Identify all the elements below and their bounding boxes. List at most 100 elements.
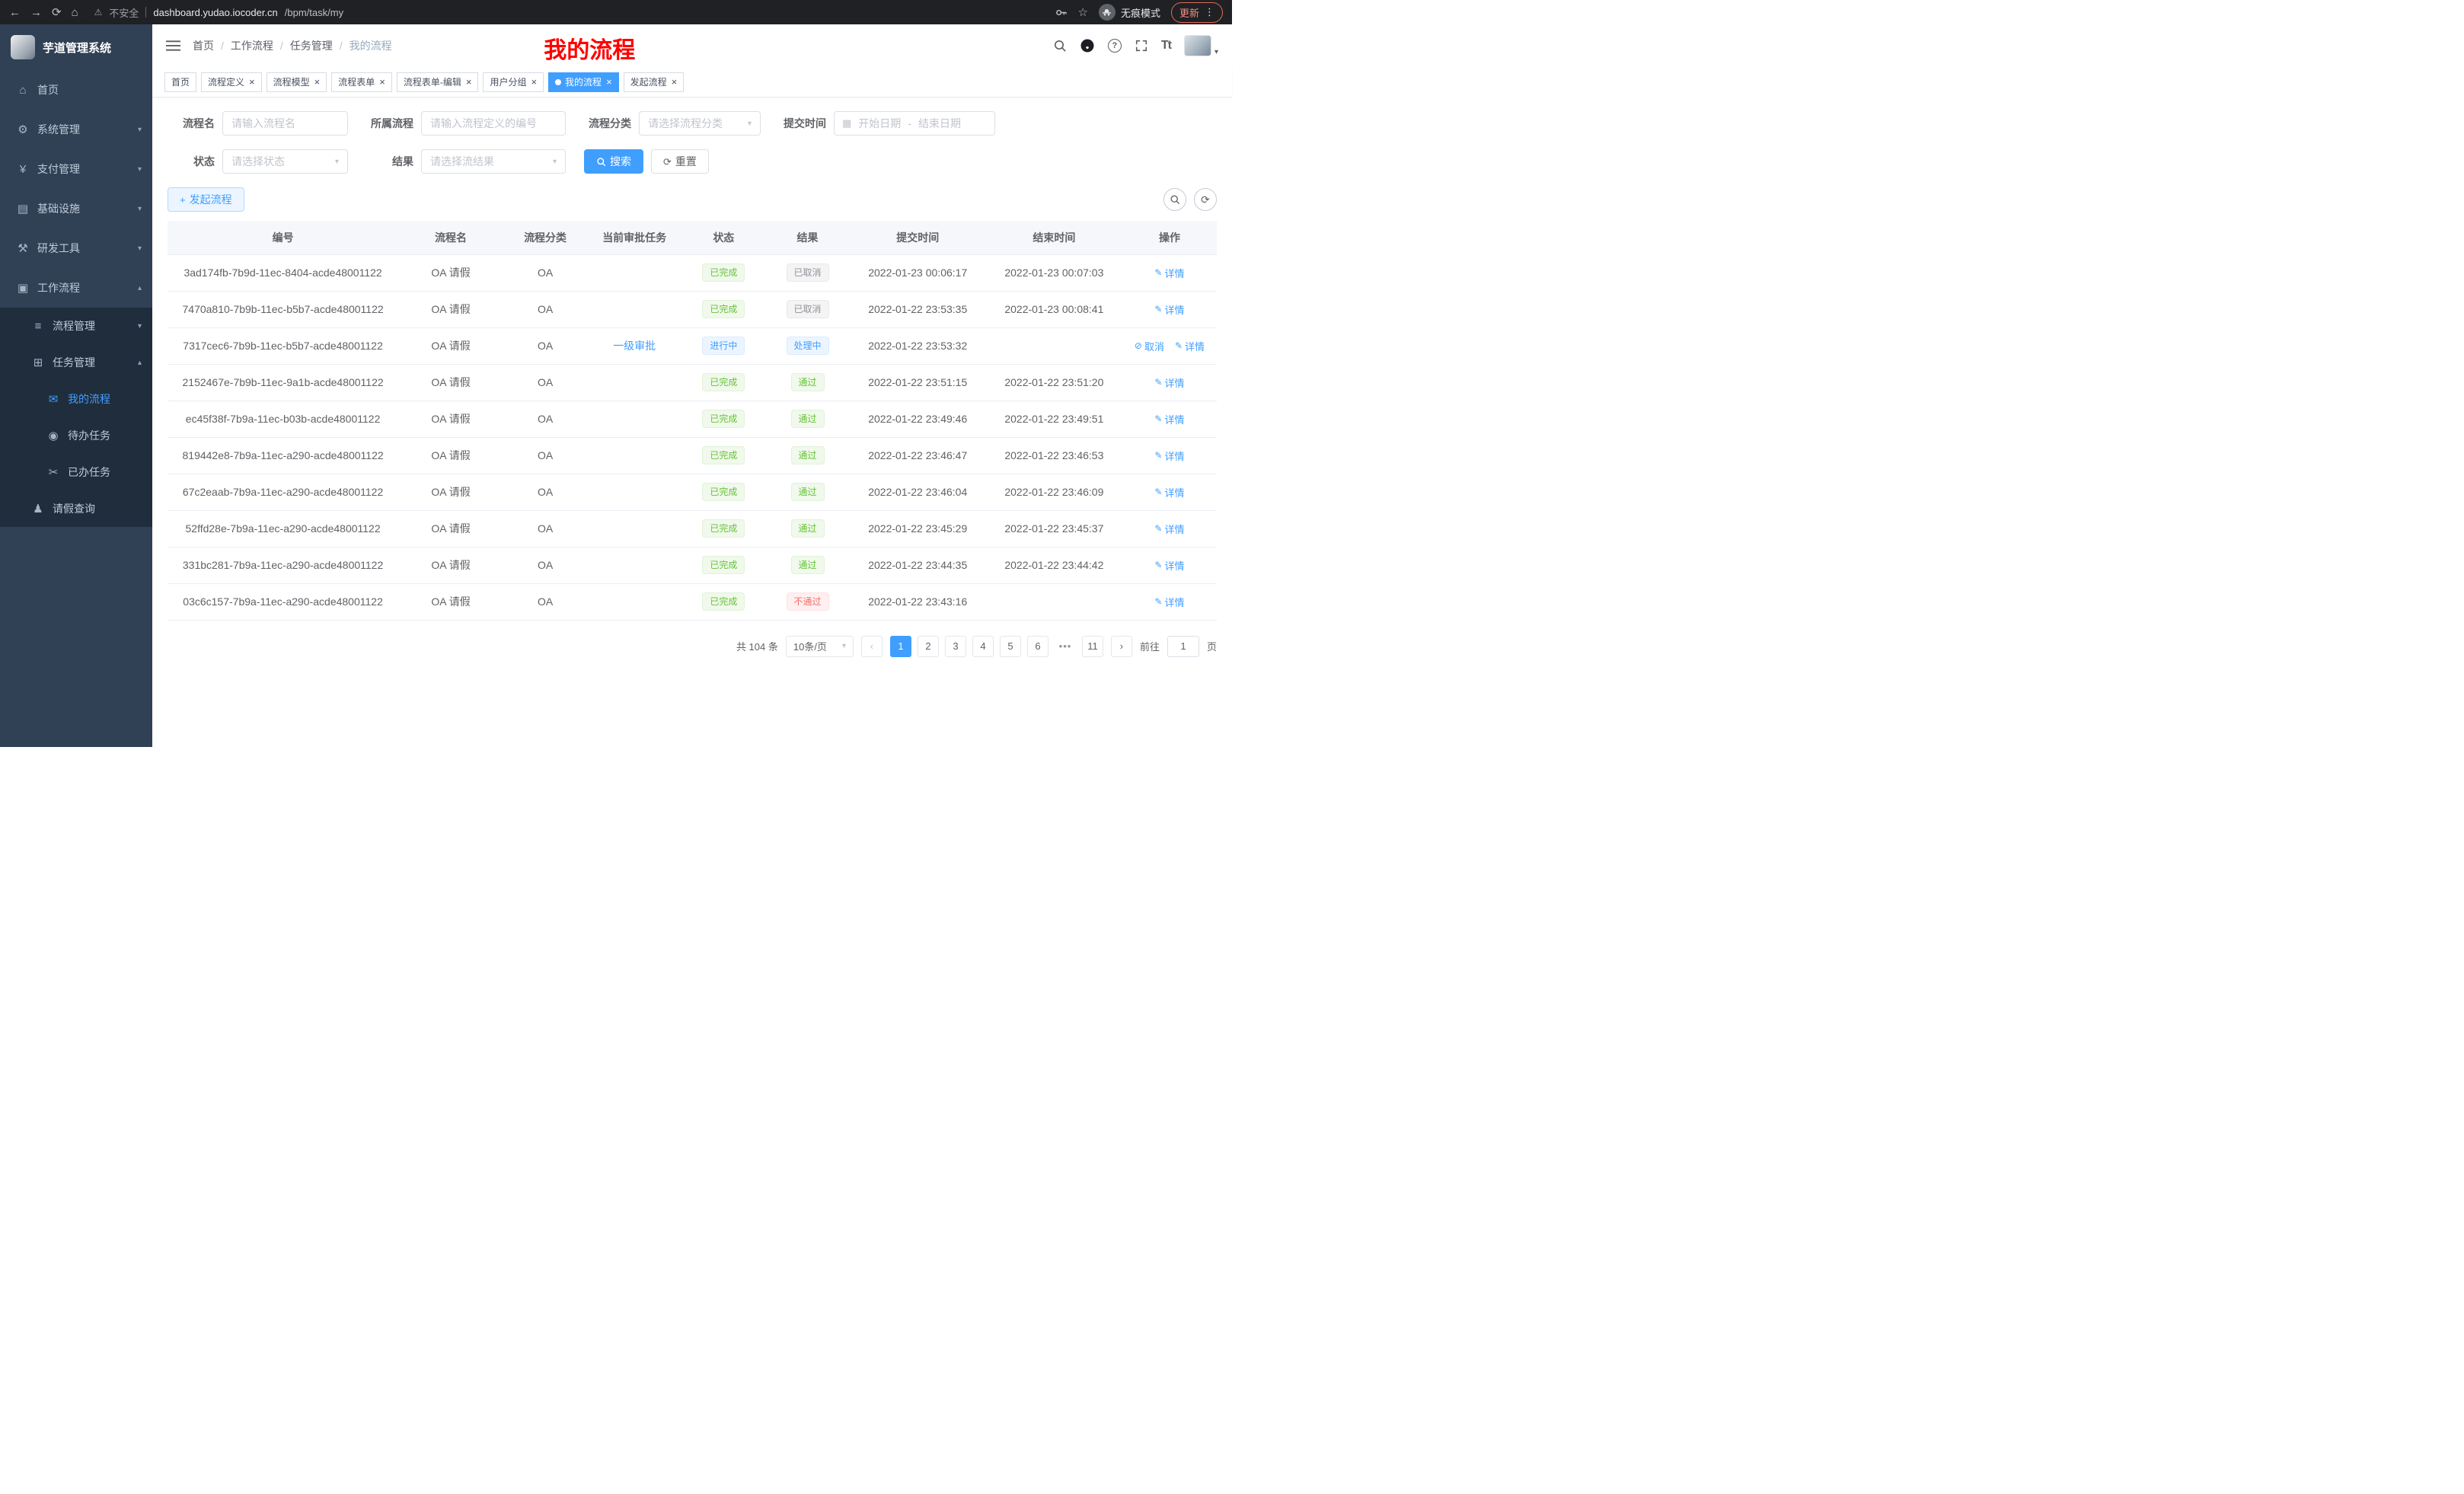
row-action-detail[interactable]: ✎详情: [1175, 339, 1205, 353]
status-label: 状态: [168, 154, 215, 169]
back-icon[interactable]: ←: [9, 7, 21, 18]
incognito-badge[interactable]: 无痕模式: [1099, 4, 1160, 21]
parent-process-input[interactable]: [421, 111, 566, 136]
table-row: 819442e8-7b9a-11ec-a290-acde48001122OA 请…: [168, 437, 1217, 474]
row-action-detail[interactable]: ✎详情: [1154, 449, 1184, 463]
sidebar-item-3[interactable]: ▤基础设施▾: [0, 189, 152, 228]
row-action-detail[interactable]: ✎详情: [1154, 595, 1184, 609]
reset-button[interactable]: ⟳ 重置: [651, 149, 709, 174]
close-icon[interactable]: ×: [531, 77, 537, 87]
close-icon[interactable]: ×: [249, 77, 255, 87]
row-action-detail[interactable]: ✎详情: [1154, 485, 1184, 500]
date-separator: -: [908, 117, 911, 129]
page-button-1[interactable]: 1: [890, 636, 911, 657]
logo[interactable]: 芋道管理系统: [0, 24, 152, 70]
breadcrumb-item: 我的流程: [349, 38, 392, 53]
browser-home-icon[interactable]: ⌂: [72, 7, 78, 18]
sidebar-item-10[interactable]: ✂已办任务: [0, 454, 152, 490]
navbar: 首页/工作流程/任务管理/我的流程 我的流程 ? Tt ▾: [152, 24, 1232, 67]
jump-page-input[interactable]: [1167, 636, 1199, 657]
browser-menu-icon[interactable]: ⋮: [1205, 6, 1214, 18]
tab-6[interactable]: 我的流程×: [548, 72, 619, 92]
sidebar-item-9[interactable]: ◉待办任务: [0, 417, 152, 454]
tab-7[interactable]: 发起流程×: [624, 72, 685, 92]
refresh-table-icon[interactable]: ⟳: [1194, 188, 1217, 211]
close-icon[interactable]: ×: [314, 77, 321, 87]
row-action-detail[interactable]: ✎详情: [1154, 522, 1184, 536]
result-tag: 处理中: [787, 337, 829, 355]
bookmark-star-icon[interactable]: ☆: [1078, 7, 1088, 18]
cell-submit-time: 2022-01-22 23:53:35: [850, 291, 986, 327]
key-icon[interactable]: [1055, 6, 1068, 19]
sidebar-item-1[interactable]: ⚙系统管理▾: [0, 110, 152, 149]
status-tag: 已完成: [702, 446, 745, 464]
next-page-button[interactable]: ›: [1111, 636, 1132, 657]
sidebar-item-label: 请假查询: [53, 501, 95, 516]
update-button[interactable]: 更新 ⋮: [1171, 2, 1223, 23]
tab-3[interactable]: 流程表单×: [331, 72, 392, 92]
reload-icon[interactable]: ⟳: [52, 7, 62, 18]
row-action-detail[interactable]: ✎详情: [1154, 375, 1184, 390]
sidebar-item-0[interactable]: ⌂首页: [0, 70, 152, 110]
breadcrumb-item[interactable]: 首页: [193, 38, 214, 53]
cell-actions: ✎详情: [1122, 254, 1217, 291]
page-size-select[interactable]: 10条/页 ▾: [786, 636, 854, 657]
font-size-icon[interactable]: Tt: [1161, 39, 1171, 53]
category-select[interactable]: 请选择流程分类 ▾: [639, 111, 761, 136]
result-select[interactable]: 请选择流结果 ▾: [421, 149, 566, 174]
page-button-11[interactable]: 11: [1082, 636, 1103, 657]
sidebar-item-2[interactable]: ¥支付管理▾: [0, 149, 152, 189]
sidebar-item-7[interactable]: ⊞任务管理▴: [0, 344, 152, 381]
user-menu[interactable]: ▾: [1184, 35, 1218, 56]
help-icon[interactable]: ?: [1108, 39, 1122, 53]
sidebar-item-4[interactable]: ⚒研发工具▾: [0, 228, 152, 268]
page-button-2[interactable]: 2: [918, 636, 939, 657]
sidebar-menu: ⌂首页⚙系统管理▾¥支付管理▾▤基础设施▾⚒研发工具▾▣工作流程▴≡流程管理▾⊞…: [0, 70, 152, 527]
current-task-link[interactable]: 一级审批: [613, 340, 656, 352]
close-icon[interactable]: ×: [379, 77, 385, 87]
address-bar[interactable]: ⚠ 不安全 dashboard.yudao.iocoder.cn/bpm/tas…: [94, 5, 1045, 20]
close-icon[interactable]: ×: [466, 77, 472, 87]
row-action-detail[interactable]: ✎详情: [1154, 412, 1184, 426]
tab-5[interactable]: 用户分组×: [483, 72, 544, 92]
tab-0[interactable]: 首页: [164, 72, 196, 92]
sidebar-item-label: 支付管理: [37, 161, 80, 177]
prev-page-button[interactable]: ‹: [861, 636, 883, 657]
create-process-button[interactable]: + 发起流程: [168, 187, 244, 212]
row-action-detail[interactable]: ✎详情: [1154, 266, 1184, 280]
breadcrumb-item[interactable]: 工作流程: [231, 38, 273, 53]
sidebar-item-11[interactable]: ♟请假查询: [0, 490, 152, 527]
sidebar-item-5[interactable]: ▣工作流程▴: [0, 268, 152, 308]
toggle-search-icon[interactable]: [1163, 188, 1186, 211]
row-action-detail[interactable]: ✎详情: [1154, 558, 1184, 573]
process-name-input[interactable]: [222, 111, 348, 136]
row-action-detail[interactable]: ✎详情: [1154, 302, 1184, 317]
cell-process-name: OA 请假: [398, 327, 503, 364]
sidebar-item-6[interactable]: ≡流程管理▾: [0, 308, 152, 344]
search-button[interactable]: 搜索: [584, 149, 643, 174]
page-ellipsis-button[interactable]: •••: [1055, 636, 1076, 657]
submit-time-range-picker[interactable]: ▦ 开始日期 - 结束日期: [834, 111, 995, 136]
sidebar-toggle-icon[interactable]: [166, 40, 180, 52]
page-button-4[interactable]: 4: [972, 636, 994, 657]
sidebar-item-8[interactable]: ✉我的流程: [0, 381, 152, 417]
search-icon[interactable]: [1053, 39, 1067, 53]
close-icon[interactable]: ×: [672, 77, 678, 87]
tab-4[interactable]: 流程表单-编辑×: [397, 72, 479, 92]
page-button-5[interactable]: 5: [1000, 636, 1021, 657]
row-action-cancel[interactable]: ⊘取消: [1135, 339, 1164, 353]
page-button-3[interactable]: 3: [945, 636, 966, 657]
tab-1[interactable]: 流程定义×: [201, 72, 262, 92]
tab-2[interactable]: 流程模型×: [267, 72, 327, 92]
page-button-6[interactable]: 6: [1027, 636, 1048, 657]
forward-icon[interactable]: →: [30, 7, 42, 18]
cell-process-id: 2152467e-7b9b-11ec-9a1b-acde48001122: [168, 364, 398, 401]
breadcrumb-item[interactable]: 任务管理: [290, 38, 333, 53]
github-icon[interactable]: [1080, 38, 1095, 53]
cell-process-id: 7317cec6-7b9b-11ec-b5b7-acde48001122: [168, 327, 398, 364]
close-icon[interactable]: ×: [606, 77, 612, 87]
cell-result: 处理中: [765, 327, 849, 364]
fullscreen-icon[interactable]: [1135, 39, 1148, 53]
status-select[interactable]: 请选择状态 ▾: [222, 149, 348, 174]
caret-down-icon: ▾: [1214, 48, 1218, 56]
